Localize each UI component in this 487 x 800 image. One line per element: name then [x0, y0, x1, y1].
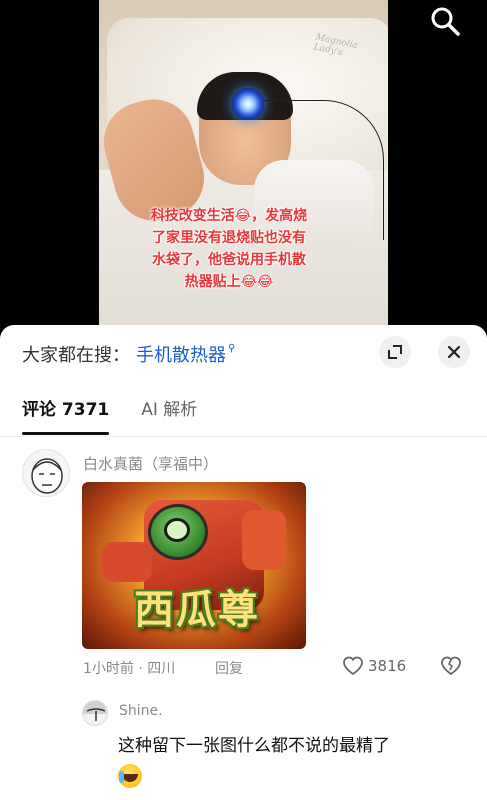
suggested-search-prefix: 大家都在搜： — [22, 345, 130, 366]
reply-button[interactable]: 回复 — [215, 658, 243, 678]
reply-text: 这种留下一张图什么都不说的最精了 — [118, 731, 458, 791]
heart-icon — [343, 656, 363, 676]
suggested-search[interactable]: 大家都在搜： 手机散热器 ⚲ — [22, 341, 235, 367]
reply-text-content: 这种留下一张图什么都不说的最精了 — [118, 736, 390, 756]
search-small-icon: ⚲ — [228, 342, 236, 354]
video-player[interactable]: Magnolia Lady's 科技改变生活😂，发高烧了家里没有退烧贴也没有水袋… — [0, 0, 487, 330]
image-title-text: 西瓜尊 — [134, 587, 260, 633]
close-button[interactable] — [438, 336, 470, 368]
comment-tabs: 评论 7371 AI 解析 — [22, 397, 229, 437]
avatar[interactable] — [22, 449, 70, 497]
like-count: 3816 — [368, 657, 407, 675]
laugh-cry-emoji-icon — [118, 764, 142, 788]
tab-comments[interactable]: 评论 7371 — [22, 397, 110, 435]
comment-username[interactable]: 白水真菌（享福中） — [83, 453, 218, 474]
search-icon[interactable] — [428, 4, 462, 38]
comment-image[interactable]: 西瓜尊 — [82, 482, 306, 649]
suggested-search-term[interactable]: 手机散热器 — [136, 341, 226, 367]
comment-sheet: 大家都在搜： 手机散热器 ⚲ 评论 7371 AI 解析 白水真菌（享福中） 西… — [0, 325, 487, 800]
phone-cooler-gadget — [232, 88, 264, 120]
comment-meta: 1小时前 · 四川 — [83, 661, 176, 677]
mecha-arm — [242, 510, 286, 570]
reply-avatar[interactable] — [82, 700, 108, 726]
video-caption: 科技改变生活😂，发高烧了家里没有退烧贴也没有水袋了，他爸说用手机散热器贴上😂😂 — [150, 208, 308, 290]
expand-button[interactable] — [379, 336, 411, 368]
video-frame: Magnolia Lady's 科技改变生活😂，发高烧了家里没有退烧贴也没有水袋… — [99, 0, 388, 330]
close-icon — [447, 345, 461, 359]
like-button[interactable]: 3816 — [342, 655, 406, 677]
mecha-eye — [164, 518, 190, 542]
expand-icon — [388, 345, 402, 359]
reply-username[interactable]: Shine. — [119, 703, 163, 719]
broken-heart-icon — [441, 656, 461, 676]
dislike-button[interactable] — [440, 655, 462, 677]
mecha-arm — [102, 542, 152, 582]
tabs-divider — [0, 436, 487, 437]
tab-ai-analysis[interactable]: AI 解析 — [141, 397, 197, 435]
